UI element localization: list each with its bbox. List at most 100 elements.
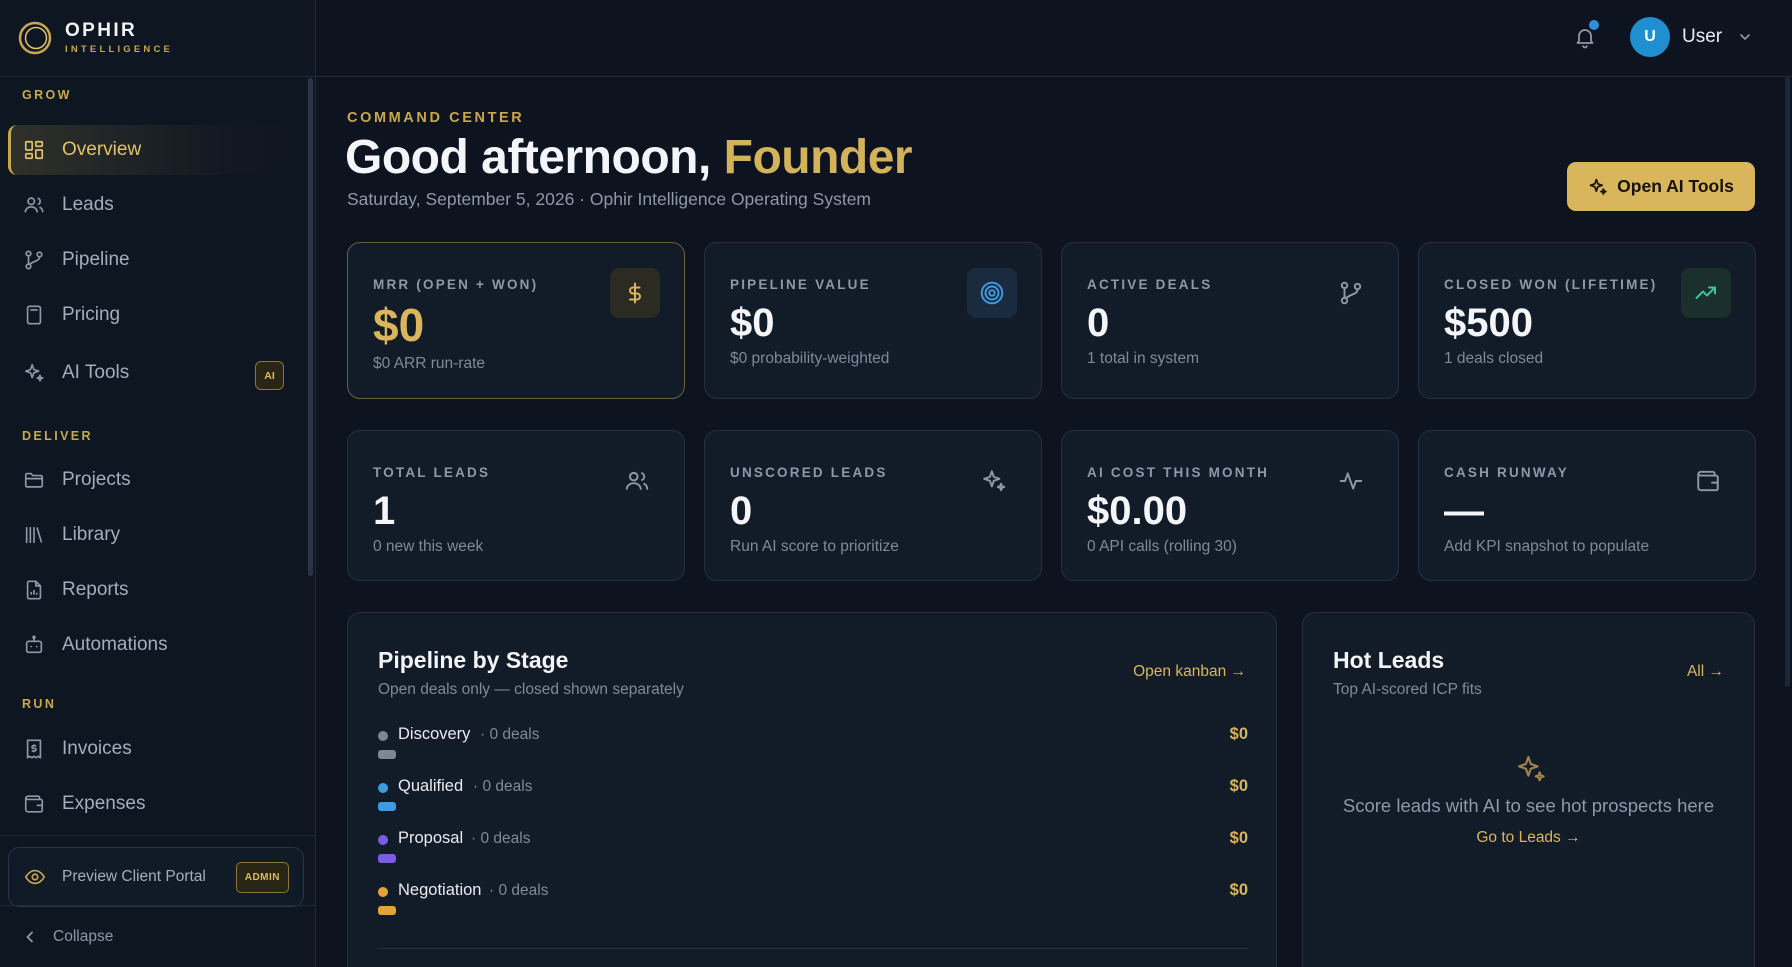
git-branch-icon: [1340, 281, 1362, 305]
sparkles-icon: [24, 363, 44, 382]
stage-count: · 0 deals: [489, 882, 549, 899]
wallet-icon: [1697, 470, 1719, 492]
chevron-left-icon: [26, 931, 33, 943]
kpi-icon-box: [967, 268, 1017, 318]
admin-badge: ADMIN: [235, 862, 289, 893]
stage-row-proposal[interactable]: Proposal · 0 deals $0: [378, 829, 1248, 873]
ai-badge: AI: [255, 361, 284, 390]
sidebar-item-label: Pipeline: [62, 249, 130, 270]
grid-icon: [24, 140, 44, 160]
collapse-label: Collapse: [53, 928, 114, 945]
folder-icon: [24, 472, 44, 488]
sidebar: OPHIR INTELLIGENCE GROW Overview Leads P…: [0, 0, 316, 967]
eye-icon: [24, 869, 46, 885]
stage-name: Qualified: [398, 777, 464, 795]
sidebar-item-label: Reports: [62, 579, 129, 600]
stage-amount: $0: [1229, 777, 1248, 795]
kpi-note: $0 ARR run-rate: [373, 355, 485, 372]
kpi-value: $0: [373, 299, 425, 351]
sidebar-item-leads[interactable]: Leads: [8, 180, 296, 230]
hot-leads-panel: Hot Leads Top AI-scored ICP fits All → S…: [1302, 612, 1755, 967]
stage-amount: $0: [1229, 829, 1248, 847]
stage-name: Discovery: [398, 725, 471, 743]
kpi-card-unscored-leads[interactable]: UNSCORED LEADS 0 Run AI score to priorit…: [704, 430, 1042, 581]
avatar[interactable]: U: [1630, 17, 1670, 57]
sidebar-item-ai-tools[interactable]: AI Tools AI: [8, 348, 296, 398]
kpi-label: TOTAL LEADS: [373, 465, 491, 480]
user-menu-name[interactable]: User: [1682, 26, 1722, 48]
receipt-icon: [26, 739, 42, 759]
kpi-card-ai-cost[interactable]: AI COST THIS MONTH $0.00 0 API calls (ro…: [1061, 430, 1399, 581]
kpi-label: AI COST THIS MONTH: [1087, 465, 1270, 480]
stage-row-qualified[interactable]: Qualified · 0 deals $0: [378, 777, 1248, 821]
sidebar-item-overview[interactable]: Overview: [8, 125, 296, 175]
page-eyebrow: COMMAND CENTER: [347, 110, 525, 126]
top-bar: U User: [316, 0, 1792, 77]
sidebar-item-label: Automations: [62, 634, 168, 655]
brand-name: OPHIR: [65, 20, 138, 42]
sidebar-item-projects[interactable]: Projects: [8, 455, 296, 505]
notifications-button[interactable]: [1573, 20, 1599, 50]
open-kanban-link[interactable]: Open kanban →: [1133, 663, 1246, 681]
kpi-note: Add KPI snapshot to populate: [1444, 538, 1650, 555]
greeting-text: Good afternoon,: [345, 131, 724, 184]
go-to-leads-link[interactable]: Go to Leads →: [1303, 829, 1754, 847]
kpi-card-mrr[interactable]: MRR (OPEN + WON) $0 $0 ARR run-rate: [347, 242, 685, 399]
stage-row-discovery[interactable]: Discovery · 0 deals $0: [378, 725, 1248, 769]
kpi-value: $0.00: [1087, 489, 1188, 533]
sidebar-scrollbar[interactable]: [308, 78, 313, 576]
sidebar-item-label: Overview: [62, 139, 142, 160]
kpi-label: PIPELINE VALUE: [730, 277, 871, 292]
brand[interactable]: OPHIR INTELLIGENCE: [0, 0, 315, 77]
stage-bar: [378, 854, 396, 863]
sidebar-item-library[interactable]: Library: [8, 510, 296, 560]
sidebar-item-expenses[interactable]: Expenses: [8, 779, 296, 829]
stage-row-negotiation[interactable]: Negotiation · 0 deals $0: [378, 881, 1248, 925]
sidebar-item-label: AI Tools: [62, 362, 130, 383]
kpi-card-active-deals[interactable]: ACTIVE DEALS 0 1 total in system: [1061, 242, 1399, 399]
current-date: Saturday, September 5, 2026 ·: [347, 189, 586, 209]
dollar-icon: [629, 282, 641, 304]
stage-amount: $0: [1229, 881, 1248, 899]
sparkles-icon: [1589, 178, 1607, 195]
collapse-button[interactable]: Collapse: [22, 928, 113, 946]
page-subtitle: Saturday, September 5, 2026 · Ophir Inte…: [347, 189, 871, 210]
stage-count: · 0 deals: [480, 726, 540, 743]
sidebar-item-label: Leads: [62, 194, 114, 215]
open-ai-tools-label: Open AI Tools: [1617, 176, 1734, 196]
kpi-card-total-leads[interactable]: TOTAL LEADS 1 0 new this week: [347, 430, 685, 581]
sidebar-item-pricing[interactable]: Pricing: [8, 290, 296, 340]
sparkles-icon: [983, 470, 1006, 492]
sidebar-item-invoices[interactable]: Invoices: [8, 724, 296, 774]
kpi-value: $0: [730, 301, 775, 345]
divider: [378, 948, 1248, 949]
kpi-card-pipeline-value[interactable]: PIPELINE VALUE $0 $0 probability-weighte…: [704, 242, 1042, 399]
sidebar-item-reports[interactable]: Reports: [8, 565, 296, 615]
kpi-value: 0: [730, 489, 753, 533]
stage-dot: [378, 783, 388, 793]
kpi-note: $0 probability-weighted: [730, 350, 890, 367]
greeting-name: Founder: [723, 131, 913, 184]
kpi-icon-box: [610, 268, 660, 318]
sparkles-icon: [1517, 755, 1545, 782]
stage-count: · 0 deals: [473, 778, 533, 795]
stage-name: Negotiation: [398, 881, 482, 899]
trending-up-icon: [1695, 286, 1716, 299]
kpi-label: CASH RUNWAY: [1444, 465, 1569, 480]
nav-section-run: RUN: [22, 697, 57, 711]
kpi-card-closed-won[interactable]: CLOSED WON (LIFETIME) $500 1 deals close…: [1418, 242, 1756, 399]
users-icon: [24, 197, 44, 213]
main-scrollbar[interactable]: [1785, 77, 1790, 687]
sidebar-item-pipeline[interactable]: Pipeline: [8, 235, 296, 285]
wallet-icon: [24, 795, 44, 813]
page-title: Good afternoon, Founder: [345, 130, 913, 185]
panel-subtitle: Top AI-scored ICP fits: [1333, 681, 1482, 698]
sidebar-item-automations[interactable]: Automations: [8, 620, 296, 670]
library-icon: [25, 526, 43, 544]
chevron-down-icon[interactable]: [1738, 30, 1752, 44]
open-ai-tools-button[interactable]: Open AI Tools: [1567, 162, 1755, 211]
all-hot-leads-link[interactable]: All →: [1687, 663, 1724, 681]
sidebar-footer: Preview Client Portal ADMIN Collapse: [0, 835, 316, 967]
preview-client-portal-button[interactable]: Preview Client Portal ADMIN: [8, 847, 304, 907]
kpi-card-cash-runway[interactable]: CASH RUNWAY — Add KPI snapshot to popula…: [1418, 430, 1756, 581]
